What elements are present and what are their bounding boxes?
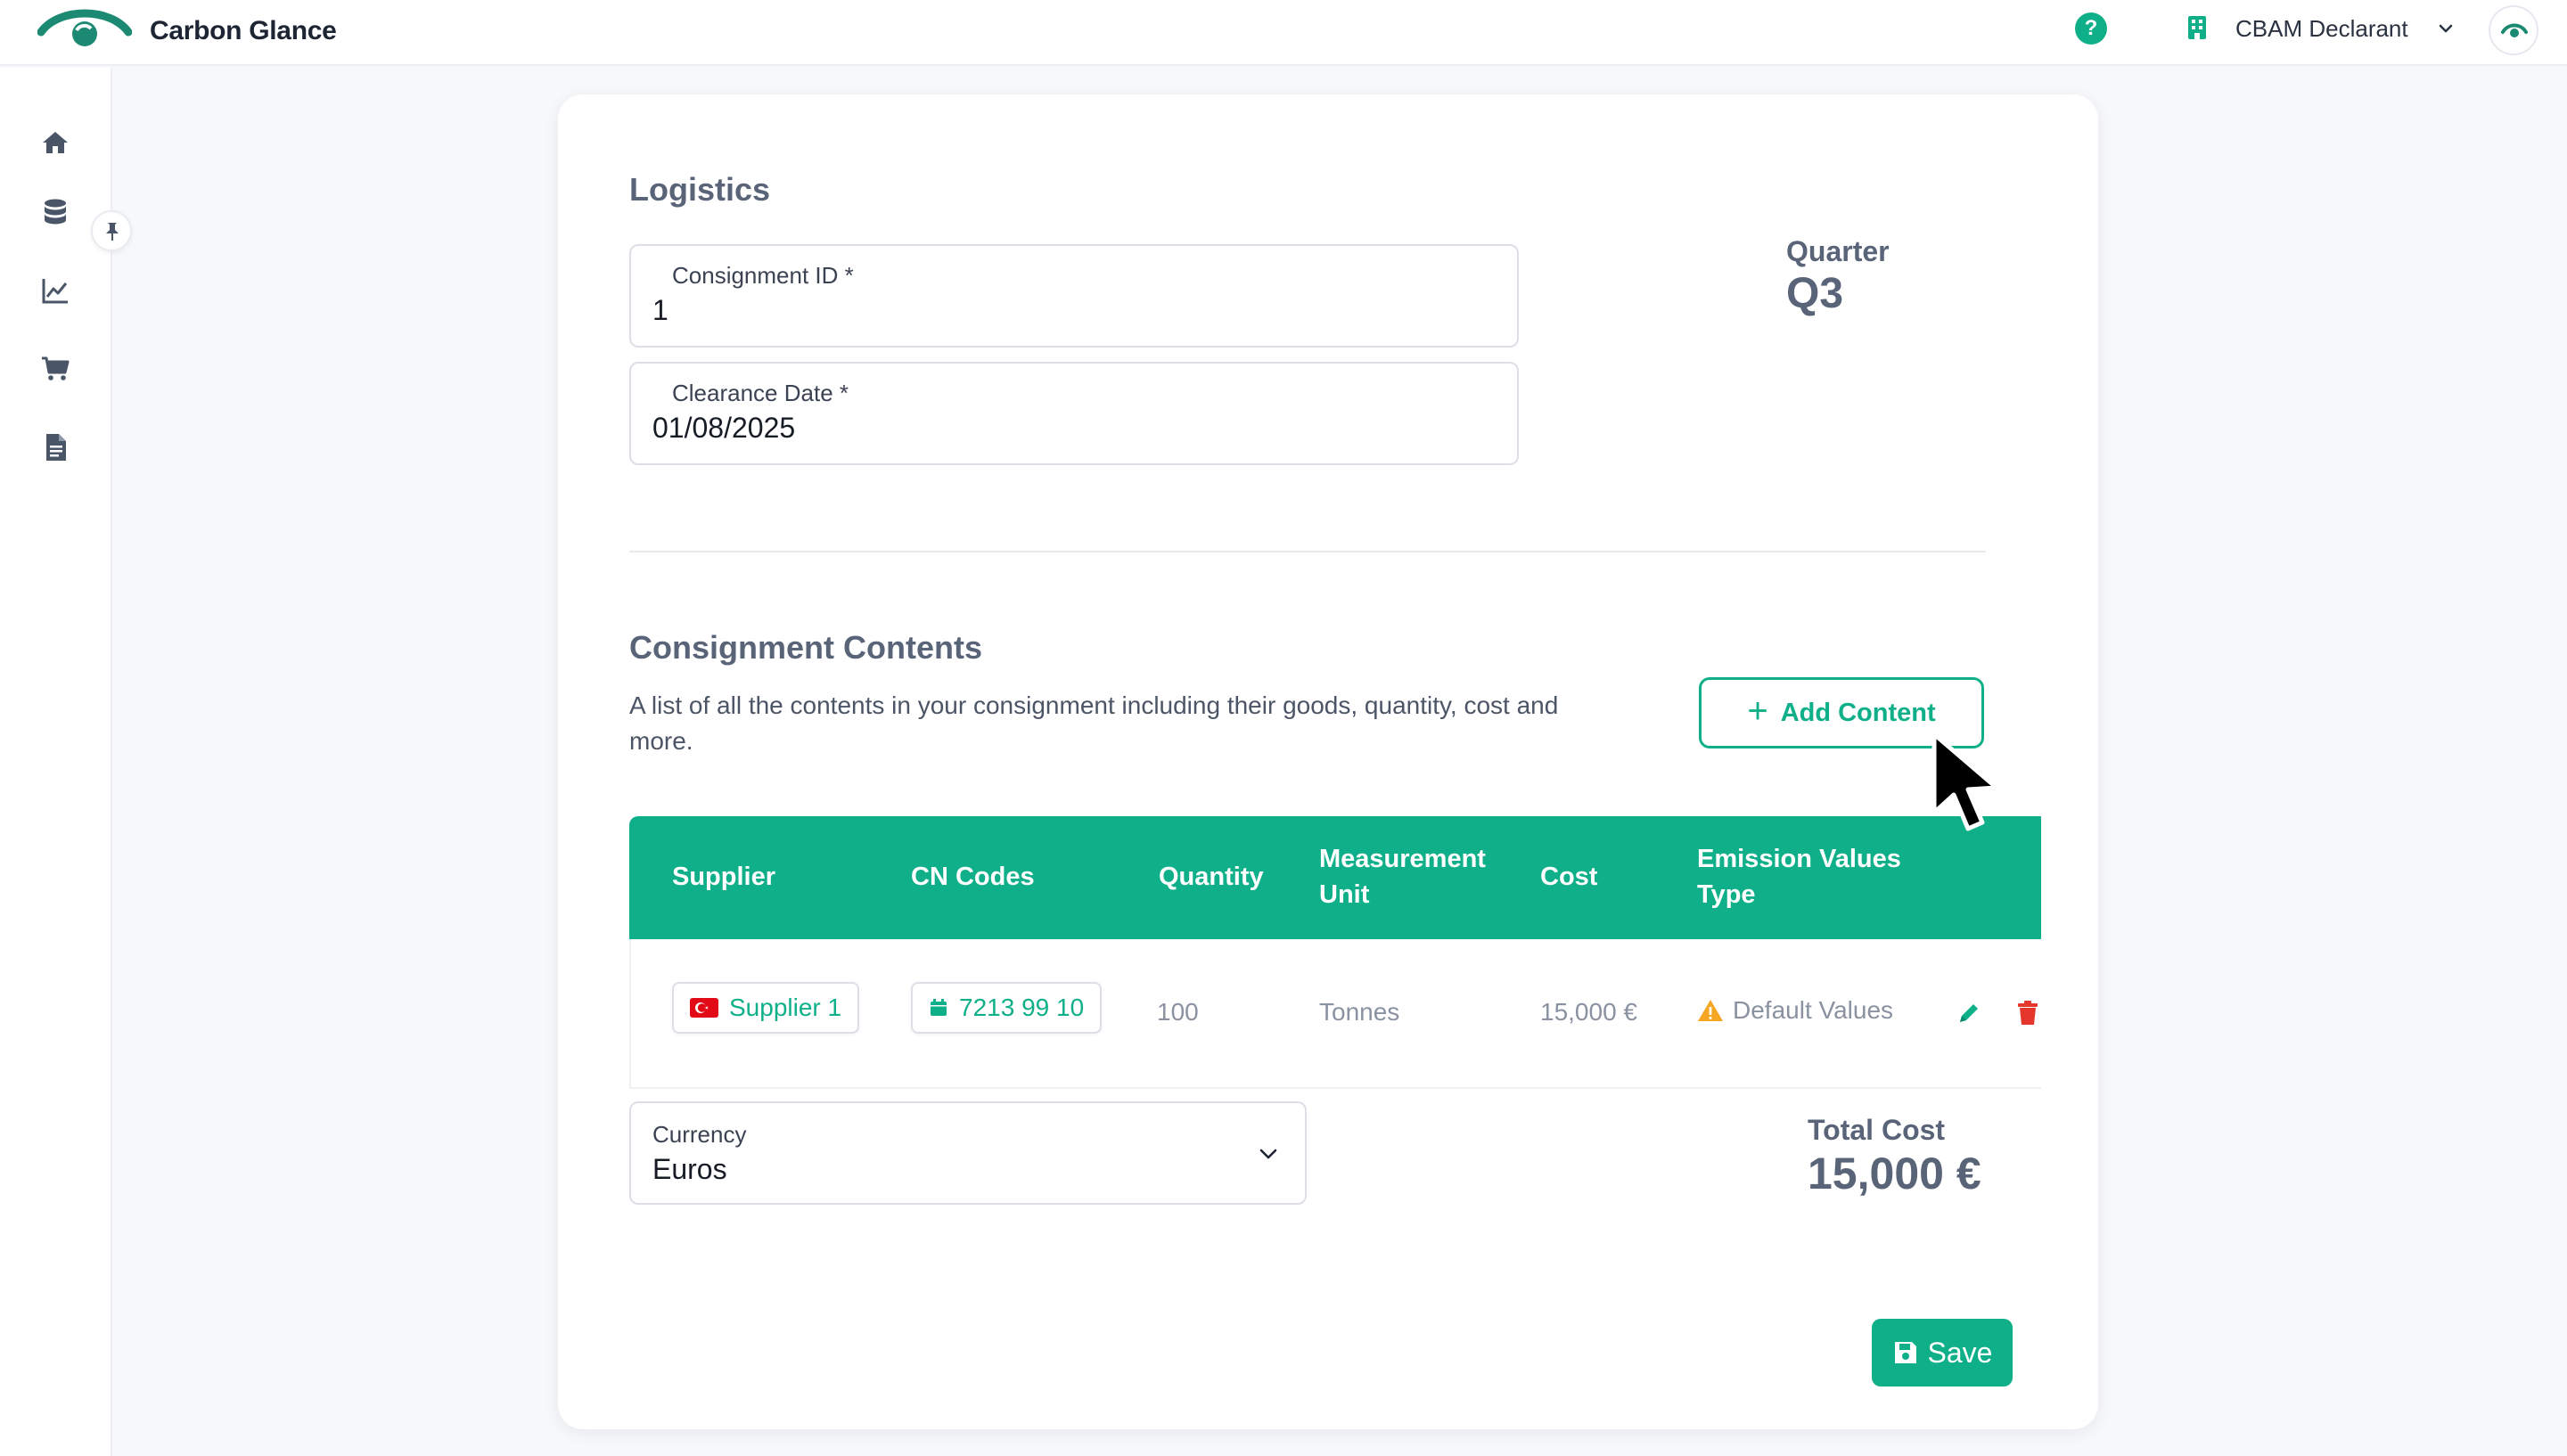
sidebar-item-analytics[interactable] (39, 274, 75, 310)
save-label: Save (1927, 1336, 1993, 1369)
floppy-disk-icon (1894, 1342, 1916, 1363)
delete-trash-icon[interactable] (2016, 1000, 2039, 1027)
column-quantity: Quantity (1159, 863, 1264, 891)
cost-cell: 15,000 € (1540, 998, 1637, 1026)
chevron-down-icon[interactable] (2437, 20, 2455, 37)
edit-pencil-icon[interactable] (1956, 1000, 1982, 1027)
organization-selector[interactable]: CBAM Declarant (2235, 15, 2408, 43)
help-icon[interactable]: ? (2075, 12, 2107, 45)
chart-line-icon (42, 279, 68, 304)
brand-name[interactable]: Carbon Glance (150, 16, 337, 46)
column-cost: Cost (1540, 863, 1598, 891)
clearance-date-field[interactable]: Clearance Date * 01/08/2025 (629, 362, 1519, 465)
pin-sidebar-button[interactable] (91, 210, 132, 251)
pin-icon (106, 223, 119, 241)
save-button[interactable]: Save (1872, 1319, 2013, 1386)
mouse-cursor-icon (1931, 732, 1999, 831)
unit-cell: Tonnes (1319, 998, 1400, 1026)
cn-code-value: 7213 99 10 (959, 994, 1085, 1021)
total-cost-label: Total Cost (1808, 1114, 1946, 1146)
consignment-id-field[interactable]: Consignment ID * 1 (629, 244, 1519, 348)
document-icon (46, 434, 66, 461)
clearance-date-value[interactable]: 01/08/2025 (652, 412, 795, 445)
turkey-flag-icon (690, 998, 718, 1018)
emission-type-value: Default Values (1733, 996, 1894, 1024)
currency-value: Euros (652, 1153, 727, 1185)
emission-type-cell: Default Values (1697, 996, 1893, 1025)
sidebar-item-reports[interactable] (39, 431, 75, 467)
quarter-label: Quarter (1786, 235, 1890, 267)
user-logo-icon (2501, 23, 2528, 37)
database-icon (45, 199, 66, 225)
chevron-down-icon[interactable] (1257, 1142, 1280, 1166)
currency-label: Currency (652, 1121, 747, 1148)
consignment-contents-description: A list of all the contents in your consi… (629, 691, 1559, 755)
plus-icon: + (1747, 691, 1768, 731)
user-avatar[interactable] (2489, 5, 2538, 55)
add-content-label: Add Content (1780, 698, 1936, 727)
clearance-date-label: Clearance Date * (672, 380, 849, 406)
home-icon (43, 132, 68, 153)
sidebar-item-purchases[interactable] (39, 353, 75, 389)
sidebar-item-home[interactable] (39, 127, 75, 162)
currency-select[interactable]: Currency Euros (629, 1101, 1307, 1205)
column-cn-codes: CN Codes (911, 863, 1035, 891)
sidebar (0, 68, 112, 1456)
logistics-heading: Logistics (629, 171, 771, 208)
top-bar: Carbon Glance ? CBAM Declarant (0, 0, 2567, 66)
consignment-contents-heading: Consignment Contents (629, 629, 982, 666)
total-cost-value: 15,000 € (1808, 1149, 1981, 1198)
building-icon (2188, 16, 2206, 39)
consignment-id-value[interactable]: 1 (652, 294, 668, 327)
column-supplier: Supplier (672, 863, 776, 891)
supplier-chip[interactable]: Supplier 1 (672, 982, 860, 1034)
calendar-icon (931, 999, 947, 1016)
section-divider (629, 551, 1986, 552)
warning-icon (1698, 1000, 1723, 1021)
cart-icon (42, 356, 70, 380)
quarter-value: Q3 (1786, 270, 1844, 317)
consignment-id-label: Consignment ID * (672, 262, 854, 289)
carbon-glance-logo-icon[interactable] (37, 9, 132, 53)
contents-table-header: Supplier CN Codes Quantity Measurement U… (629, 816, 2041, 939)
sidebar-item-database[interactable] (39, 196, 75, 232)
supplier-name: Supplier 1 (729, 994, 842, 1021)
quantity-cell: 100 (1157, 998, 1199, 1026)
column-measurement-unit: Measurement Unit (1319, 845, 1486, 909)
column-emission-values-type: Emission Values Type (1697, 845, 1901, 909)
cn-code-chip[interactable]: 7213 99 10 (911, 982, 1103, 1034)
